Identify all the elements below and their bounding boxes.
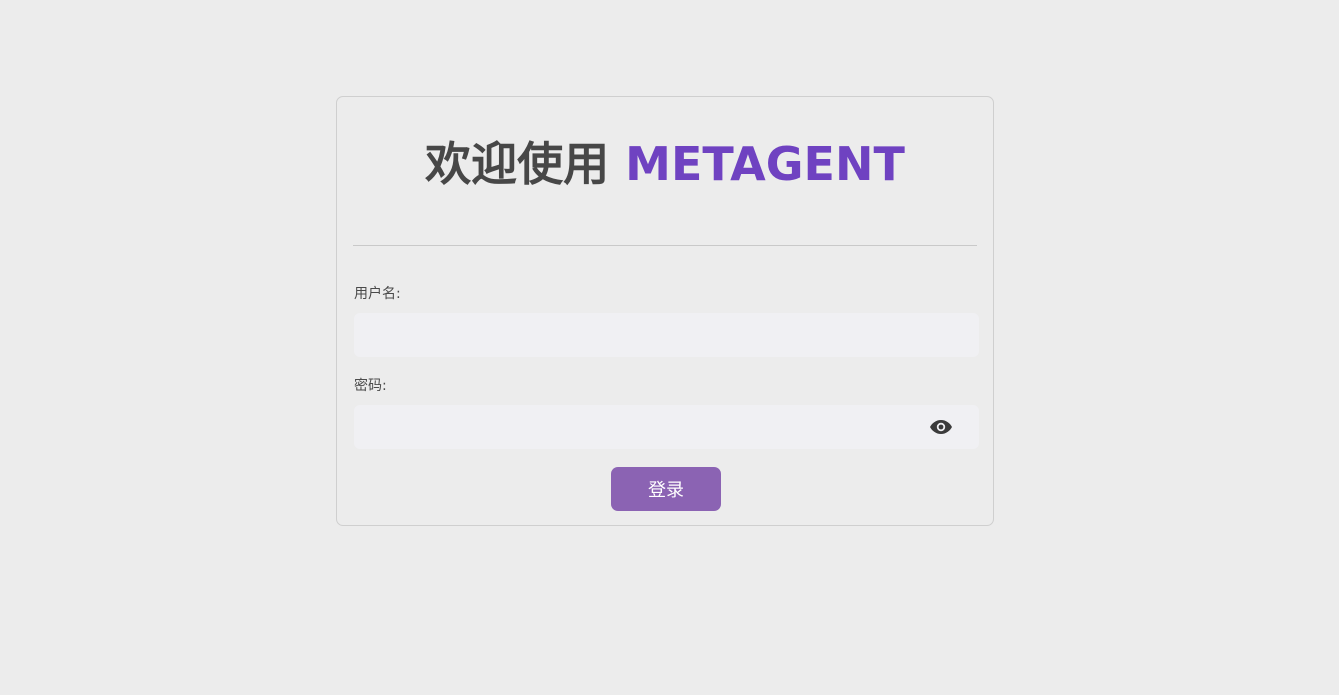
login-card: 欢迎使用 METAGENT 用户名: 密码: 登录 bbox=[336, 96, 994, 526]
eye-icon[interactable] bbox=[929, 417, 953, 437]
username-label: 用户名: bbox=[354, 286, 401, 302]
page-title: 欢迎使用 METAGENT bbox=[337, 133, 993, 195]
title-prefix: 欢迎使用 bbox=[425, 137, 626, 191]
brand-name: METAGENT bbox=[625, 137, 905, 191]
password-label: 密码: bbox=[354, 378, 387, 394]
password-input[interactable] bbox=[354, 405, 979, 449]
login-button[interactable]: 登录 bbox=[611, 467, 721, 511]
title-divider bbox=[353, 245, 977, 246]
username-input[interactable] bbox=[354, 313, 979, 357]
